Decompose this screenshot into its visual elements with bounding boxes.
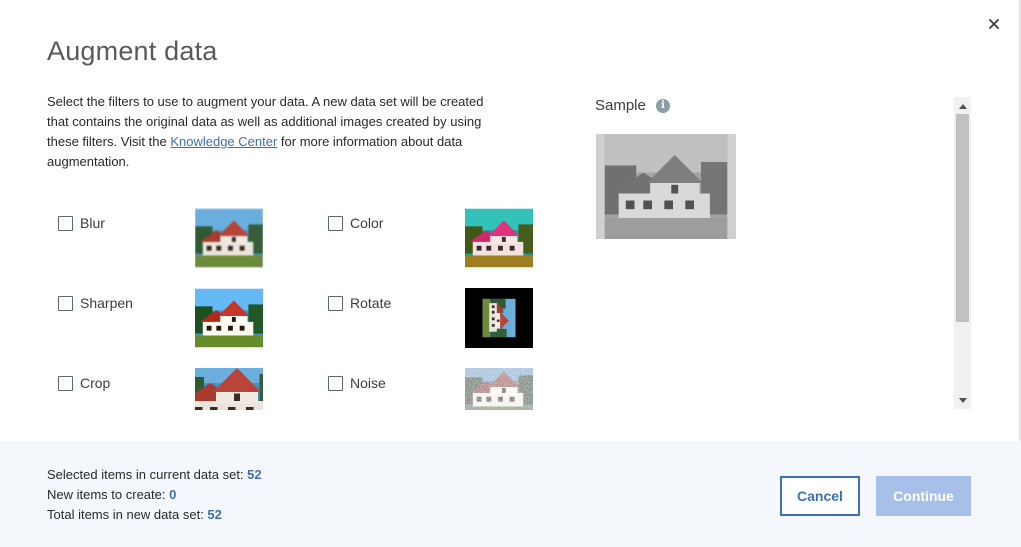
selected-items-label: Selected items in current data set:: [47, 467, 248, 482]
cancel-button[interactable]: Cancel: [780, 476, 860, 516]
crop-checkbox[interactable]: [58, 375, 73, 391]
total-items-count: 52: [207, 507, 222, 522]
color-checkbox[interactable]: [328, 215, 343, 231]
filter-label-sharpen: Sharpen: [80, 295, 133, 311]
new-items-count: 0: [169, 487, 177, 502]
scrollbar-thumb[interactable]: [956, 114, 969, 322]
item-stats: Selected items in current data set: 52 N…: [47, 465, 262, 525]
new-items-row: New items to create: 0: [47, 485, 262, 505]
sharpen-preview-image: [195, 288, 263, 348]
filter-color[interactable]: Color: [328, 215, 383, 231]
info-icon[interactable]: i: [655, 98, 670, 113]
continue-button[interactable]: Continue: [876, 476, 971, 516]
total-items-row: Total items in new data set: 52: [47, 505, 262, 525]
triangle-down-icon: [958, 397, 967, 403]
filter-rotate[interactable]: Rotate: [328, 295, 391, 311]
blur-preview-image: [195, 208, 263, 268]
dialog-description: Select the filters to use to augment you…: [47, 92, 507, 172]
filter-label-rotate: Rotate: [350, 295, 392, 311]
blur-checkbox[interactable]: [58, 215, 73, 231]
filter-blur[interactable]: Blur: [58, 215, 105, 231]
filter-label-crop: Crop: [80, 375, 111, 391]
rotate-checkbox[interactable]: [328, 295, 343, 311]
triangle-up-icon: [958, 103, 967, 109]
close-icon: [989, 19, 999, 29]
filter-label-color: Color: [350, 215, 384, 231]
selected-items-count: 52: [247, 467, 262, 482]
dialog-footer: Selected items in current data set: 52 N…: [0, 441, 1021, 547]
filter-crop[interactable]: Crop: [58, 375, 110, 391]
filter-label-noise: Noise: [350, 375, 386, 391]
knowledge-center-link[interactable]: Knowledge Center: [170, 134, 277, 149]
scrollbar[interactable]: [954, 97, 971, 409]
dialog-title: Augment data: [47, 36, 218, 66]
filter-noise[interactable]: Noise: [328, 375, 386, 391]
noise-preview-image: [465, 368, 533, 410]
filter-label-blur: Blur: [80, 215, 105, 231]
crop-preview-image: [195, 368, 263, 410]
total-items-label: Total items in new data set:: [47, 507, 208, 522]
sample-heading: Sample i: [595, 97, 670, 114]
sample-title: Sample: [595, 97, 646, 114]
color-preview-image: [465, 208, 533, 268]
new-items-label: New items to create:: [47, 487, 170, 502]
scroll-down-button[interactable]: [954, 393, 971, 407]
filter-sharpen[interactable]: Sharpen: [58, 295, 133, 311]
augment-data-dialog: Augment data Select the filters to use t…: [0, 0, 1021, 547]
noise-checkbox[interactable]: [328, 375, 343, 391]
scroll-up-button[interactable]: [954, 99, 971, 113]
selected-items-row: Selected items in current data set: 52: [47, 465, 262, 485]
sample-image: [596, 134, 736, 239]
sharpen-checkbox[interactable]: [58, 295, 73, 311]
rotate-preview-image: [465, 288, 533, 348]
close-button[interactable]: [985, 15, 1003, 33]
